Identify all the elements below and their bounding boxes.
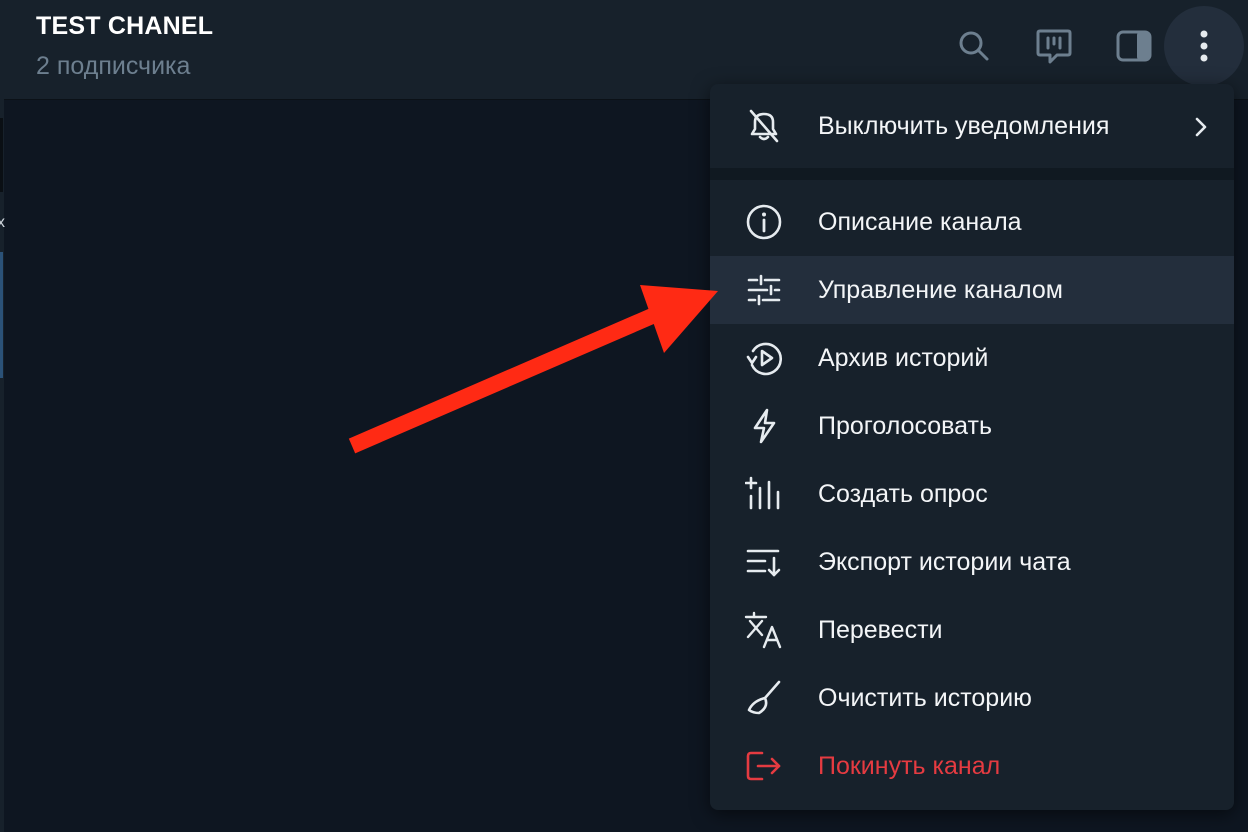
left-panel-glyph: x [0,214,5,231]
broom-icon [744,680,784,716]
menu-item-label: Экспорт истории чата [818,548,1071,576]
menu-item-label: Описание канала [818,208,1022,236]
channel-title[interactable]: TEST CHANEL [36,12,213,41]
mute-bell-icon [744,108,784,144]
sidebar-toggle-icon [1116,30,1152,62]
menu-item-label: Выключить уведомления [818,112,1110,140]
menu-item-label: Перевести [818,616,943,644]
menu-item-label: Управление каналом [818,276,1063,304]
menu-item-mute-notifications[interactable]: Выключить уведомления [710,92,1234,160]
chevron-right-icon [1195,117,1207,137]
sidebar-toggle-button[interactable] [1094,6,1174,86]
left-panel-selected-strip [0,252,3,378]
menu-item-label: Очистить историю [818,684,1032,712]
stories-archive-icon [744,340,784,376]
search-icon [959,31,989,61]
subscriber-count: 2 подписчика [36,52,191,80]
leave-icon [744,748,784,784]
menu-item-leave-channel[interactable]: Покинуть канал [710,732,1234,800]
menu-item-stories-archive[interactable]: Архив историй [710,324,1234,392]
poll-icon [744,476,784,512]
menu-item-translate[interactable]: Перевести [710,596,1234,664]
live-stream-button[interactable] [1014,6,1094,86]
export-icon [744,544,784,580]
lightning-icon [744,408,784,444]
channel-context-menu: Выключить уведомления Описание канала Уп… [710,84,1234,810]
settings-sliders-icon [744,272,784,308]
menu-item-vote[interactable]: Проголосовать [710,392,1234,460]
menu-item-channel-info[interactable]: Описание канала [710,188,1234,256]
more-vertical-icon [1200,30,1208,62]
menu-item-export-history[interactable]: Экспорт истории чата [710,528,1234,596]
translate-icon [744,611,784,649]
more-options-button[interactable] [1164,6,1244,86]
menu-separator [710,168,1234,180]
menu-item-label: Создать опрос [818,480,988,508]
search-button[interactable] [934,6,1014,86]
menu-item-label: Покинуть канал [818,752,1001,780]
menu-item-manage-channel[interactable]: Управление каналом [710,256,1234,324]
menu-item-label: Архив историй [818,344,989,372]
menu-item-label: Проголосовать [818,412,992,440]
menu-item-clear-history[interactable]: Очистить историю [710,664,1234,732]
left-panel-edge: x [0,0,5,832]
live-stream-icon [1036,29,1072,64]
left-panel-thumbnail [0,118,3,192]
info-icon [744,204,784,240]
menu-item-create-poll[interactable]: Создать опрос [710,460,1234,528]
